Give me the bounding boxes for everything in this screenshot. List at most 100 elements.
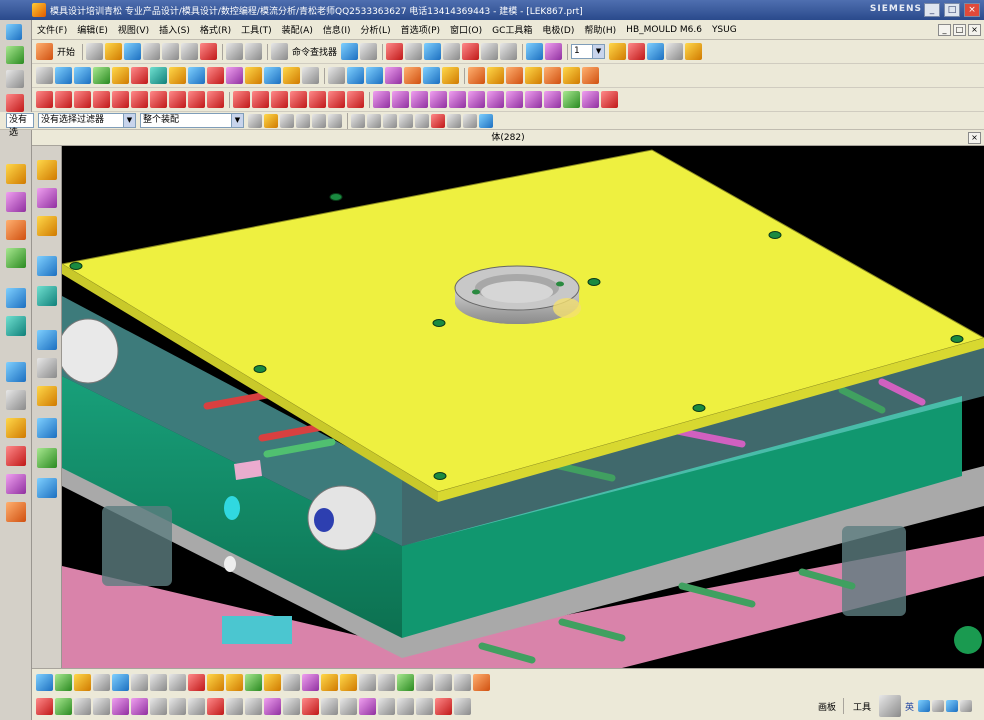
menu-assembly[interactable]: 装配(A): [277, 23, 318, 36]
snap-existing-point-icon[interactable]: [447, 113, 461, 128]
copy-icon[interactable]: [162, 43, 180, 60]
orient-view-icon[interactable]: [526, 43, 544, 60]
snap-control-icon[interactable]: [383, 113, 397, 128]
invert-icon[interactable]: [416, 697, 433, 715]
mold-tools-icon[interactable]: [582, 67, 599, 84]
soft-keyboard-icon[interactable]: [946, 700, 959, 712]
replace-icon[interactable]: [188, 697, 205, 715]
list-icon[interactable]: [321, 697, 338, 715]
menu-gc-toolkit[interactable]: GC工具箱: [487, 23, 537, 36]
trim-mold-icon[interactable]: [359, 673, 376, 691]
offset-surface-icon[interactable]: [544, 91, 561, 108]
bom-icon[interactable]: [397, 673, 414, 691]
intersect-icon[interactable]: [226, 67, 243, 84]
fit-view-icon[interactable]: [386, 43, 404, 60]
trim-body-icon[interactable]: [328, 67, 345, 84]
analysis-icon[interactable]: [37, 386, 57, 406]
ejector-pin-icon[interactable]: [226, 673, 243, 691]
menu-hb-mould[interactable]: HB_MOULD M6.6: [621, 25, 707, 35]
group-icon[interactable]: [435, 697, 452, 715]
mold-base-icon[interactable]: [188, 673, 205, 691]
image-icon[interactable]: [37, 478, 57, 498]
snap-midpoint-icon[interactable]: [367, 113, 381, 128]
menu-tools[interactable]: 工具(T): [236, 23, 277, 36]
layer-settings-icon[interactable]: [609, 43, 627, 60]
render-style-icon[interactable]: [443, 43, 461, 60]
punctuation-icon[interactable]: [932, 700, 945, 712]
snap-icon[interactable]: [360, 43, 378, 60]
revolve-icon[interactable]: [74, 67, 91, 84]
text-curve-icon[interactable]: [309, 91, 326, 108]
start-button[interactable]: 开始: [57, 45, 75, 58]
thicken-icon[interactable]: [442, 67, 459, 84]
delete-icon[interactable]: [200, 43, 218, 60]
new-file-icon[interactable]: [86, 43, 104, 60]
curve-offset-icon[interactable]: [112, 91, 129, 108]
wcs-icon[interactable]: [545, 43, 563, 60]
history-icon[interactable]: [6, 362, 26, 382]
family-mold-icon[interactable]: [563, 67, 580, 84]
extension-icon[interactable]: [525, 91, 542, 108]
cut-icon[interactable]: [143, 43, 161, 60]
section-icon[interactable]: [283, 697, 300, 715]
menu-insert[interactable]: 插入(S): [154, 23, 195, 36]
start-icon[interactable]: [36, 43, 53, 60]
arc-icon[interactable]: [55, 91, 72, 108]
menu-format[interactable]: 格式(R): [195, 23, 236, 36]
swept-icon[interactable]: [411, 91, 428, 108]
line-tool-icon[interactable]: [6, 94, 24, 112]
role-icon[interactable]: [6, 502, 26, 522]
mold-wizard-icon[interactable]: [6, 164, 26, 184]
menu-view[interactable]: 视图(V): [113, 23, 154, 36]
parameter-edit-icon[interactable]: [150, 697, 167, 715]
remove-params-icon[interactable]: [207, 697, 224, 715]
point-icon[interactable]: [233, 91, 250, 108]
view-fit-icon[interactable]: [6, 70, 24, 88]
view-triad-icon[interactable]: [954, 626, 982, 654]
menu-window[interactable]: 窗口(O): [445, 23, 487, 36]
mold-wizard-init-icon[interactable]: [468, 67, 485, 84]
mold-design-icon[interactable]: [37, 160, 57, 180]
measure-angle-icon[interactable]: [245, 697, 262, 715]
cancel-icon[interactable]: [302, 697, 319, 715]
pocket-icon[interactable]: [378, 673, 395, 691]
reuse-library-icon[interactable]: [6, 390, 26, 410]
curve-trim-icon[interactable]: [131, 91, 148, 108]
shell-icon[interactable]: [283, 67, 300, 84]
select-all-icon[interactable]: [328, 113, 342, 128]
mold-base-icon[interactable]: [6, 248, 26, 268]
divide-face-icon[interactable]: [601, 91, 618, 108]
move-object-icon[interactable]: [55, 697, 72, 715]
mold-tools-extra-icon[interactable]: [473, 673, 490, 691]
assembly-navigator-icon[interactable]: [6, 288, 26, 308]
reuse-library-icon[interactable]: [37, 358, 57, 378]
parts-list-icon[interactable]: [37, 216, 57, 236]
wave-link-icon[interactable]: [131, 697, 148, 715]
pattern-icon[interactable]: [404, 67, 421, 84]
line-icon[interactable]: [36, 91, 53, 108]
paste-icon[interactable]: [181, 43, 199, 60]
save-icon[interactable]: [124, 43, 142, 60]
delete-body-icon[interactable]: [36, 697, 53, 715]
menu-preferences[interactable]: 首选项(P): [396, 23, 445, 36]
snap-endpoint-icon[interactable]: [351, 113, 365, 128]
composite-curve-icon[interactable]: [328, 91, 345, 108]
show-icon[interactable]: [397, 697, 414, 715]
mdi-close-button[interactable]: ×: [968, 24, 981, 36]
isoparametric-curve-icon[interactable]: [188, 91, 205, 108]
undo-icon[interactable]: [226, 43, 244, 60]
replace-face-icon[interactable]: [385, 67, 402, 84]
trim-sheet-icon[interactable]: [582, 91, 599, 108]
suppress-icon[interactable]: [169, 697, 186, 715]
web-browser-icon[interactable]: [6, 446, 26, 466]
bridge-curve-icon[interactable]: [207, 91, 224, 108]
menu-analysis[interactable]: 分析(L): [356, 23, 396, 36]
hole-icon[interactable]: [93, 67, 110, 84]
mirror-body-icon[interactable]: [112, 697, 129, 715]
subtract-icon[interactable]: [207, 67, 224, 84]
layer-icon[interactable]: [454, 697, 471, 715]
project-curve-icon[interactable]: [150, 91, 167, 108]
show-hide-icon[interactable]: [647, 43, 665, 60]
open-file-icon[interactable]: [105, 43, 123, 60]
maximize-button[interactable]: □: [944, 3, 960, 17]
